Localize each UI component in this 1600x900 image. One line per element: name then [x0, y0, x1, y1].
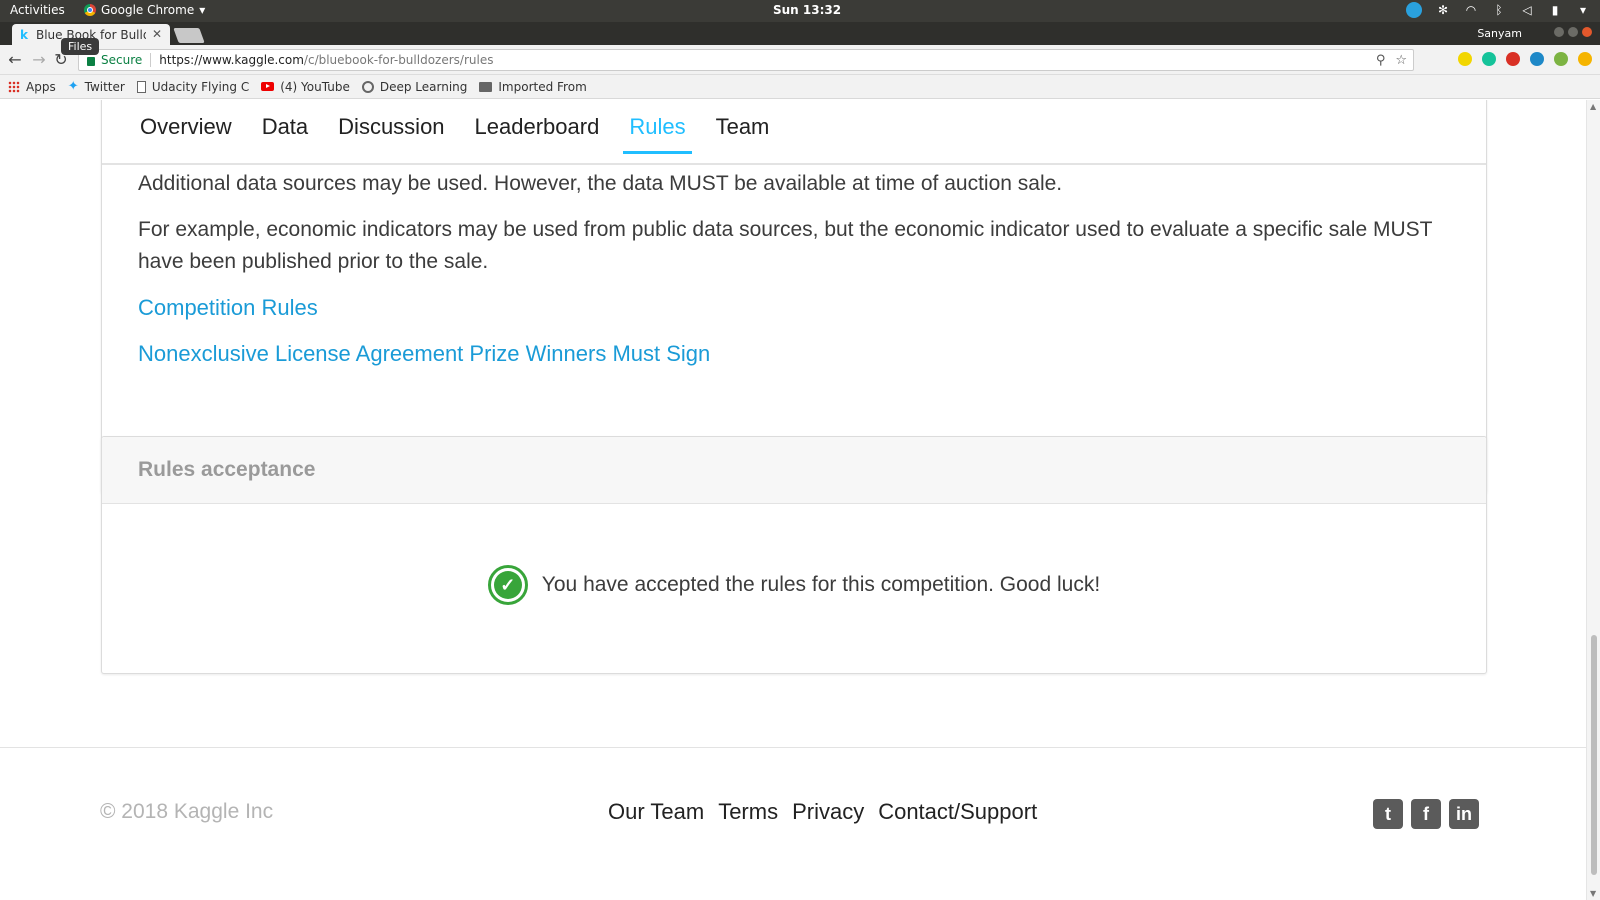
bookmark-label: Imported From [498, 79, 587, 94]
tab-leaderboard[interactable]: Leaderboard [475, 114, 600, 154]
page-scrollbar[interactable]: ▲ ▼ [1586, 100, 1600, 900]
tab-data[interactable]: Data [262, 114, 308, 154]
scroll-up-icon[interactable]: ▲ [1590, 102, 1596, 111]
chrome-logo-icon [84, 4, 96, 16]
twitter-icon[interactable]: t [1373, 799, 1403, 829]
footer-link-terms[interactable]: Terms [718, 799, 778, 825]
tabs-divider [102, 163, 1486, 165]
back-button[interactable]: ← [6, 51, 24, 69]
acceptance-message: You have accepted the rules for this com… [541, 573, 1101, 596]
acceptance-message-row: ✓ You have accepted the rules for this c… [102, 565, 1486, 605]
bookmark-label: Deep Learning [379, 79, 468, 94]
bookmark-deep-learning[interactable]: Deep Learning [361, 79, 468, 94]
social-links: t f in [1373, 799, 1479, 829]
secure-label: Secure [101, 53, 143, 67]
youtube-icon [261, 82, 275, 91]
system-top-bar: Activities Google Chrome ▾ Sun 13:32 ✻ ◠… [0, 0, 1600, 22]
url-host: https://www.kaggle.com [159, 53, 304, 67]
address-bar[interactable]: Secure https://www.kaggle.com /c/blueboo… [78, 49, 1414, 71]
rules-paragraph: For example, economic indicators may be … [138, 218, 1433, 273]
minimize-button[interactable] [1554, 27, 1564, 37]
tab-discussion[interactable]: Discussion [338, 114, 444, 154]
competition-rules-link[interactable]: Competition Rules [138, 292, 1448, 324]
volume-icon[interactable]: ◁ [1520, 3, 1534, 17]
app-name: Google Chrome [101, 3, 195, 17]
lock-icon [87, 56, 95, 66]
bookmark-apps[interactable]: Apps [8, 80, 56, 94]
tab-overview[interactable]: Overview [140, 114, 232, 154]
maximize-button[interactable] [1568, 27, 1578, 37]
tooltip: Files [61, 38, 100, 55]
extension-6-icon[interactable] [1578, 52, 1592, 66]
bookmark-label: (4) YouTube [280, 79, 350, 94]
window-controls [1554, 27, 1592, 37]
license-agreement-link[interactable]: Nonexclusive License Agreement Prize Win… [138, 338, 1448, 370]
scroll-thumb[interactable] [1591, 635, 1597, 875]
bluetooth-icon[interactable]: ᛒ [1492, 3, 1506, 17]
settings-icon[interactable]: ✻ [1436, 3, 1450, 17]
app-menu[interactable]: Google Chrome ▾ [84, 3, 205, 17]
rules-card: Overview Data Discussion Leaderboard Rul… [101, 100, 1487, 494]
copyright: © 2018 Kaggle Inc [100, 800, 274, 823]
omnibox-icons: ⚲ ☆ [1376, 53, 1407, 68]
kaggle-favicon-icon: k [20, 27, 28, 42]
chevron-down-icon[interactable]: ▾ [1576, 3, 1590, 17]
extension-5-icon[interactable] [1554, 52, 1568, 66]
wifi-icon[interactable]: ◠ [1464, 3, 1478, 17]
profile-name[interactable]: Sanyam [1477, 27, 1522, 40]
bookmark-udacity[interactable]: Udacity Flying C [136, 79, 250, 94]
folder-icon [479, 81, 493, 92]
twitter-icon: ✦ [67, 79, 79, 94]
footer-link-our-team[interactable]: Our Team [608, 799, 704, 825]
bookmark-twitter[interactable]: ✦ Twitter [68, 79, 125, 94]
tab-rules[interactable]: Rules [623, 114, 692, 154]
extension-3-icon[interactable] [1506, 52, 1520, 66]
clock[interactable]: Sun 13:32 [773, 3, 841, 17]
bookmark-star-icon[interactable]: ☆ [1395, 53, 1407, 68]
close-tab-icon[interactable]: ✕ [152, 27, 162, 41]
check-mark-icon: ✓ [493, 571, 522, 599]
forward-button[interactable]: → [30, 51, 48, 69]
bookmark-youtube[interactable]: (4) YouTube [261, 80, 350, 94]
rules-paragraph: Additional data sources may be used. How… [138, 172, 1063, 195]
rules-acceptance-header: Rules acceptance [102, 437, 1486, 504]
extension-4-icon[interactable] [1530, 52, 1544, 66]
check-circle-icon: ✓ [487, 565, 528, 605]
bookmark-label: Twitter [84, 79, 125, 94]
bookmark-imported[interactable]: Imported From [479, 79, 587, 94]
extensions [1458, 52, 1592, 66]
system-tray[interactable]: ✻ ◠ ᛒ ◁ ▮ ▾ [1406, 2, 1590, 18]
linkedin-icon[interactable]: in [1449, 799, 1479, 829]
scroll-down-icon[interactable]: ▼ [1590, 889, 1596, 898]
footer-link-privacy[interactable]: Privacy [792, 799, 864, 825]
close-window-button[interactable] [1582, 27, 1592, 37]
browser-toolbar: ← → ↻ Secure https://www.kaggle.com /c/b… [0, 45, 1600, 75]
apps-icon [8, 80, 20, 93]
bookmark-label: Udacity Flying C [151, 79, 250, 94]
zoom-icon[interactable]: ⚲ [1376, 53, 1386, 68]
url-path: /c/bluebook-for-bulldozers/rules [303, 53, 494, 67]
footer-links: Our Team Terms Privacy Contact/Support [608, 799, 1037, 825]
bookmark-label: Apps [26, 79, 56, 94]
rules-acceptance-card: Rules acceptance ✓ You have accepted the… [101, 436, 1487, 674]
page-icon [136, 80, 146, 93]
tab-team[interactable]: Team [716, 114, 770, 154]
rules-content: Additional data sources may be used. How… [138, 168, 1448, 384]
new-tab-button[interactable] [173, 28, 205, 43]
facebook-icon[interactable]: f [1411, 799, 1441, 829]
bookmarks-bar: Apps ✦ Twitter Udacity Flying C (4) YouTu… [0, 75, 1600, 99]
chevron-down-icon: ▾ [199, 3, 206, 17]
competition-tabs: Overview Data Discussion Leaderboard Rul… [140, 114, 769, 154]
battery-icon[interactable]: ▮ [1548, 3, 1562, 17]
footer-link-contact-support[interactable]: Contact/Support [878, 799, 1037, 825]
extension-1-icon[interactable] [1458, 52, 1472, 66]
grammarly-icon[interactable] [1482, 52, 1496, 66]
telegram-icon[interactable] [1406, 2, 1422, 18]
browser-tab-strip: k Blue Book for Bulld ✕ Sanyam [0, 22, 1600, 45]
page-footer: © 2018 Kaggle Inc Our Team Terms Privacy… [0, 747, 1586, 900]
activities-button[interactable]: Activities [10, 3, 65, 17]
deep-learning-icon [361, 80, 374, 93]
page-viewport: Overview Data Discussion Leaderboard Rul… [0, 100, 1586, 900]
divider [150, 53, 152, 67]
